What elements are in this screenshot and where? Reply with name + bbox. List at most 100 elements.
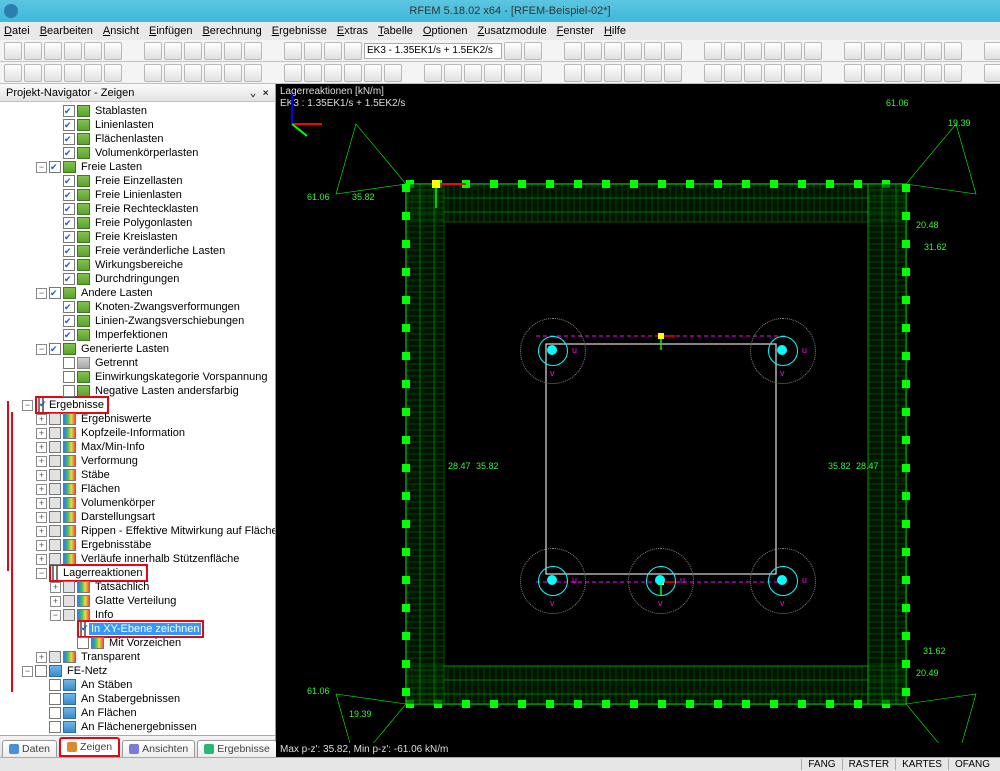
tree-item[interactable]: Freie Lasten xyxy=(2,160,275,174)
toolbar-button[interactable] xyxy=(104,64,122,82)
menu-ergebnisse[interactable]: Ergebnisse xyxy=(272,25,327,37)
nav-tab-zeigen[interactable]: Zeigen xyxy=(59,737,120,757)
toolbar-button[interactable] xyxy=(184,64,202,82)
tree-label[interactable]: Freie Polygonlasten xyxy=(93,216,194,230)
tree-label[interactable]: Wirkungsbereiche xyxy=(93,258,185,272)
checkbox[interactable] xyxy=(63,259,75,271)
toolbar-button[interactable] xyxy=(464,64,482,82)
expand-icon[interactable] xyxy=(50,610,61,621)
tree-label[interactable]: Freie Kreislasten xyxy=(93,230,180,244)
tree-item[interactable]: Wirkungsbereiche xyxy=(2,258,275,272)
tree-label[interactable]: Linienlasten xyxy=(93,118,156,132)
toolbar-button[interactable] xyxy=(664,64,682,82)
toolbar-button[interactable] xyxy=(84,42,102,60)
toolbar-button[interactable] xyxy=(104,42,122,60)
tree-label[interactable]: Max/Min-Info xyxy=(79,440,147,454)
menu-extras[interactable]: Extras xyxy=(337,25,368,37)
toolbar-button[interactable] xyxy=(424,64,442,82)
tree-label[interactable]: In XY-Ebene zeichnen xyxy=(89,623,201,635)
checkbox[interactable] xyxy=(63,385,75,397)
checkbox[interactable] xyxy=(49,721,61,733)
expand-icon[interactable] xyxy=(36,512,47,523)
tree-item[interactable]: An Stabergebnissen xyxy=(2,692,275,706)
tree[interactable]: StablastenLinienlastenFlächenlastenVolum… xyxy=(0,102,275,735)
tree-item[interactable]: Generierte Lasten xyxy=(2,342,275,356)
checkbox[interactable] xyxy=(63,357,75,369)
checkbox[interactable] xyxy=(49,651,61,663)
checkbox[interactable] xyxy=(49,455,61,467)
tree-label[interactable]: Kopfzeile-Information xyxy=(79,426,187,440)
tree-item[interactable]: Stäbe xyxy=(2,468,275,482)
checkbox[interactable] xyxy=(49,343,61,355)
checkbox[interactable] xyxy=(49,511,61,523)
tree-item[interactable]: Rippen - Effektive Mitwirkung auf Fläche… xyxy=(2,524,275,538)
toolbar-button[interactable] xyxy=(324,42,342,60)
toolbar-button[interactable] xyxy=(784,42,802,60)
toolbar-button[interactable] xyxy=(164,64,182,82)
expand-icon[interactable] xyxy=(36,484,47,495)
checkbox[interactable] xyxy=(63,217,75,229)
tree-item[interactable]: Freie Polygonlasten xyxy=(2,216,275,230)
checkbox[interactable] xyxy=(63,203,75,215)
toolbar-button[interactable] xyxy=(44,42,62,60)
expand-icon[interactable] xyxy=(36,162,47,173)
menu-zusatzmodule[interactable]: Zusatzmodule xyxy=(478,25,547,37)
toolbar-button[interactable] xyxy=(704,64,722,82)
tree-label[interactable]: Andere Lasten xyxy=(79,286,155,300)
toolbar-button[interactable] xyxy=(224,42,242,60)
toolbar-button[interactable] xyxy=(624,42,642,60)
tree-label[interactable]: An Stäben xyxy=(79,678,134,692)
tree-item[interactable]: In Volumenkörpern xyxy=(2,734,275,735)
navigator-tabs[interactable]: DatenZeigenAnsichtenErgebnisse xyxy=(0,735,275,757)
menu-datei[interactable]: Datei xyxy=(4,25,30,37)
tree-label[interactable]: Getrennt xyxy=(93,356,140,370)
tree-item[interactable]: Volumenkörperlasten xyxy=(2,146,275,160)
checkbox[interactable] xyxy=(63,147,75,159)
menu-einfügen[interactable]: Einfügen xyxy=(149,25,192,37)
checkbox[interactable] xyxy=(49,679,61,691)
tree-label[interactable]: Durchdringungen xyxy=(93,272,181,286)
tree-label[interactable]: Ergebnisstäbe xyxy=(79,538,153,552)
toolbar-button[interactable] xyxy=(864,64,882,82)
tree-label[interactable]: FE-Netz xyxy=(65,664,109,678)
toolbar-button[interactable] xyxy=(924,64,942,82)
checkbox[interactable] xyxy=(49,539,61,551)
toolbar-button[interactable] xyxy=(784,64,802,82)
checkbox[interactable] xyxy=(49,483,61,495)
tree-item[interactable]: Freie Einzellasten xyxy=(2,174,275,188)
toolbar-button[interactable] xyxy=(304,64,322,82)
toolbar-button[interactable] xyxy=(624,64,642,82)
expand-icon[interactable] xyxy=(36,442,47,453)
toolbar-button[interactable] xyxy=(744,42,762,60)
checkbox[interactable] xyxy=(63,133,75,145)
menu-bearbeiten[interactable]: Bearbeiten xyxy=(40,25,93,37)
tree-label[interactable]: Freie Rechtecklasten xyxy=(93,202,200,216)
tree-item[interactable]: Freie veränderliche Lasten xyxy=(2,244,275,258)
tree-item[interactable]: Transparent xyxy=(2,650,275,664)
tree-label[interactable]: Imperfektionen xyxy=(93,328,170,342)
checkbox[interactable] xyxy=(63,301,75,313)
toolbar-button[interactable] xyxy=(764,42,782,60)
tree-label[interactable]: Stäbe xyxy=(79,468,112,482)
toolbar-button[interactable] xyxy=(604,42,622,60)
toolbar-button[interactable] xyxy=(244,64,262,82)
toolbar-button[interactable] xyxy=(344,64,362,82)
toolbar-button[interactable] xyxy=(984,42,1000,60)
toolbar-button[interactable] xyxy=(504,42,522,60)
nav-tab-ansichten[interactable]: Ansichten xyxy=(122,740,195,757)
toolbar-button[interactable] xyxy=(584,42,602,60)
status-kartes[interactable]: KARTES xyxy=(895,759,948,770)
tree-label[interactable]: Knoten-Zwangsverformungen xyxy=(93,300,242,314)
tree-label[interactable]: Transparent xyxy=(79,650,142,664)
toolbar-button[interactable] xyxy=(204,42,222,60)
pin-icon[interactable]: ⌄ xyxy=(250,86,257,99)
toolbar-button[interactable] xyxy=(564,42,582,60)
toolbar-button[interactable] xyxy=(144,42,162,60)
tree-item[interactable]: Getrennt xyxy=(2,356,275,370)
tree-item[interactable]: Ergebnisse xyxy=(2,398,275,412)
toolbar-button[interactable] xyxy=(924,42,942,60)
checkbox[interactable] xyxy=(49,497,61,509)
tree-item[interactable]: Mit Vorzeichen xyxy=(2,636,275,650)
toolbar-button[interactable] xyxy=(764,64,782,82)
checkbox[interactable] xyxy=(38,398,40,412)
